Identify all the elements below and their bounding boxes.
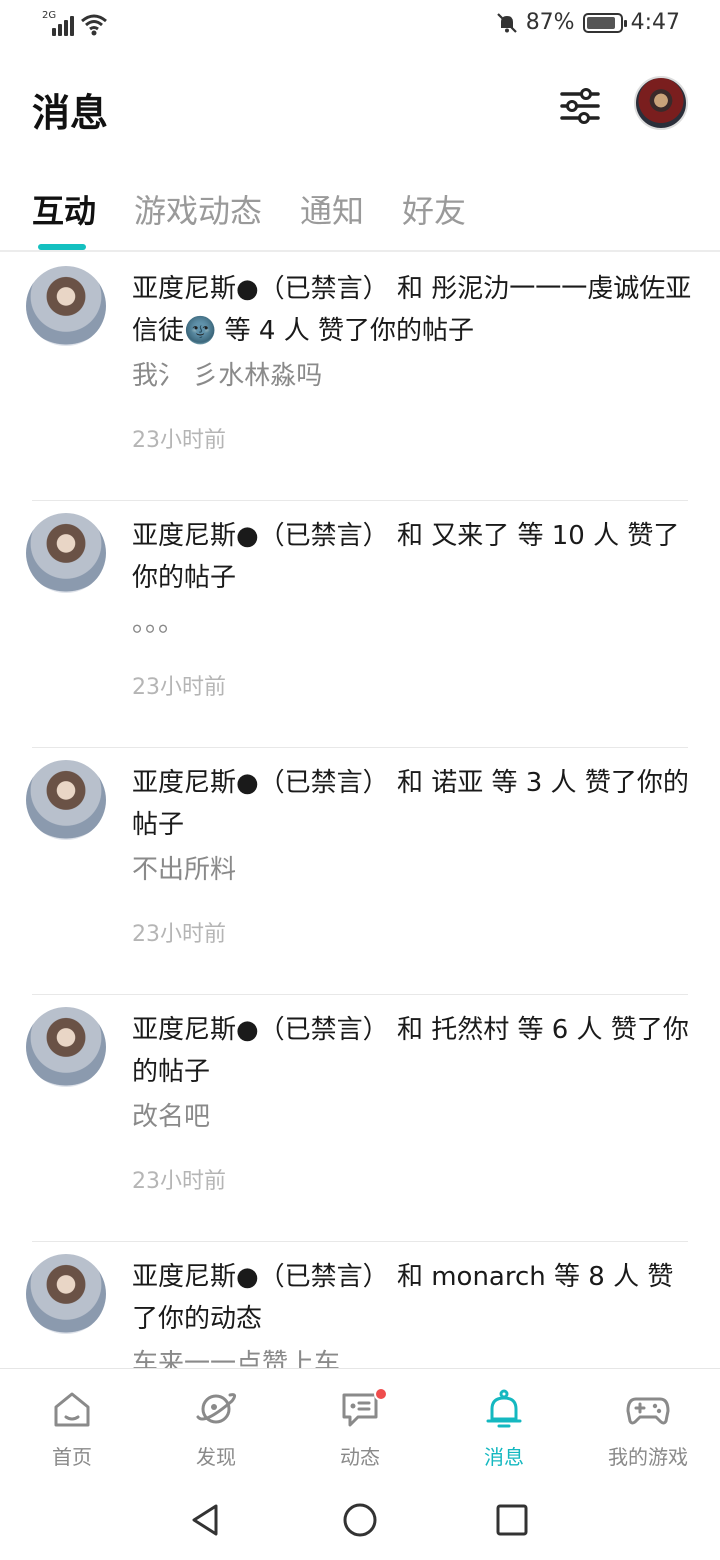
tab-bar: 互动 游戏动态 通知 好友 <box>0 170 720 252</box>
battery-fill <box>586 16 615 29</box>
system-nav-bar <box>0 1478 720 1560</box>
nav-label: 消息 <box>484 1445 524 1469</box>
filter-settings-button[interactable] <box>556 82 604 130</box>
message-time: 23小时前 <box>132 1169 226 1194</box>
user-avatar[interactable] <box>634 76 688 130</box>
recents-icon[interactable] <box>492 1500 532 1540</box>
message-title: 亚度尼斯●（已禁言） 和 monarch 等 8 人 赞了你的动态 <box>132 1262 674 1334</box>
header: 消息 <box>0 60 720 156</box>
planet-icon <box>196 1393 237 1424</box>
post-excerpt: 车来一一点赞上车 <box>132 1349 341 1368</box>
signal-icon: 2G <box>40 10 76 36</box>
message-title: 亚度尼斯●（已禁言） 和 诺亚 等 3 人 赞了你的帖子 <box>132 768 689 840</box>
list-item[interactable]: 亚度尼斯●（已禁言） 和 monarch 等 8 人 赞了你的动态 车来一一点赞… <box>0 1242 720 1368</box>
nav-discover[interactable]: 发现 <box>144 1369 288 1477</box>
tab-notifications[interactable]: 通知 <box>300 186 364 232</box>
message-list[interactable]: 亚度尼斯●（已禁言） 和 彤泥氻一一一虔诚佐亚信徒🌚 等 4 人 赞了你的帖子 … <box>0 254 720 1368</box>
sender-avatar[interactable] <box>26 1007 106 1087</box>
list-item[interactable]: 亚度尼斯●（已禁言） 和 托然村 等 6 人 赞了你的帖子 改名吧 23小时前 <box>0 995 720 1242</box>
tab-game-news[interactable]: 游戏动态 <box>134 186 262 232</box>
list-item[interactable]: 亚度尼斯●（已禁言） 和 诺亚 等 3 人 赞了你的帖子 不出所料 23小时前 <box>0 748 720 995</box>
bell-muted-icon <box>496 12 517 33</box>
bell-icon <box>486 1389 522 1428</box>
status-left: 2G <box>40 10 76 36</box>
nav-messages[interactable]: 消息 <box>432 1369 576 1477</box>
nav-label: 首页 <box>52 1445 92 1469</box>
battery-icon <box>582 12 627 33</box>
post-excerpt: 不出所料 <box>132 855 237 885</box>
clock: 4:47 <box>630 10 680 35</box>
tab-interactions[interactable]: 互动 <box>32 186 96 232</box>
notification-badge <box>374 1387 388 1401</box>
page-title: 消息 <box>32 91 109 135</box>
status-right: 87% 4:47 <box>496 10 680 35</box>
message-title: 亚度尼斯●（已禁言） 和 又来了 等 10 人 赞了你的帖子 <box>132 521 680 593</box>
message-title: 亚度尼斯●（已禁言） 和 托然村 等 6 人 赞了你的帖子 <box>132 1015 689 1087</box>
status-bar: 2G 87% 4:47 <box>0 0 720 52</box>
post-excerpt: 改名吧 <box>132 1102 211 1132</box>
gamepad-icon <box>626 1397 670 1425</box>
list-item[interactable]: 亚度尼斯●（已禁言） 和 彤泥氻一一一虔诚佐亚信徒🌚 等 4 人 赞了你的帖子 … <box>0 254 720 501</box>
home-icon <box>54 1392 90 1427</box>
message-time: 23小时前 <box>132 675 226 700</box>
nav-label: 我的游戏 <box>608 1445 688 1469</box>
nav-activity[interactable]: 动态 <box>288 1369 432 1477</box>
battery-percent: 87% <box>525 10 575 35</box>
sender-avatar[interactable] <box>26 1254 106 1334</box>
sender-avatar[interactable] <box>26 760 106 840</box>
sender-avatar[interactable] <box>26 266 106 346</box>
active-tab-indicator <box>38 244 86 250</box>
post-excerpt: 。。。 <box>132 608 185 638</box>
back-icon[interactable] <box>186 1500 226 1540</box>
nav-label: 动态 <box>340 1445 380 1469</box>
list-item[interactable]: 亚度尼斯●（已禁言） 和 又来了 等 10 人 赞了你的帖子 。。。 23小时前 <box>0 501 720 748</box>
home-circle-icon[interactable] <box>340 1500 380 1540</box>
bottom-nav: 首页 发现 动态 消息 我的游戏 <box>0 1368 720 1476</box>
message-time: 23小时前 <box>132 428 226 453</box>
nav-label: 发现 <box>196 1445 236 1469</box>
sender-avatar[interactable] <box>26 513 106 593</box>
post-excerpt: 我氵 彡水林淼吗 <box>132 361 323 391</box>
wifi-icon <box>81 14 107 36</box>
nav-home[interactable]: 首页 <box>0 1369 144 1477</box>
message-time: 23小时前 <box>132 922 226 947</box>
tab-friends[interactable]: 好友 <box>402 186 466 232</box>
message-title: 亚度尼斯●（已禁言） 和 彤泥氻一一一虔诚佐亚信徒🌚 等 4 人 赞了你的帖子 <box>132 274 692 346</box>
nav-my-games[interactable]: 我的游戏 <box>576 1369 720 1477</box>
